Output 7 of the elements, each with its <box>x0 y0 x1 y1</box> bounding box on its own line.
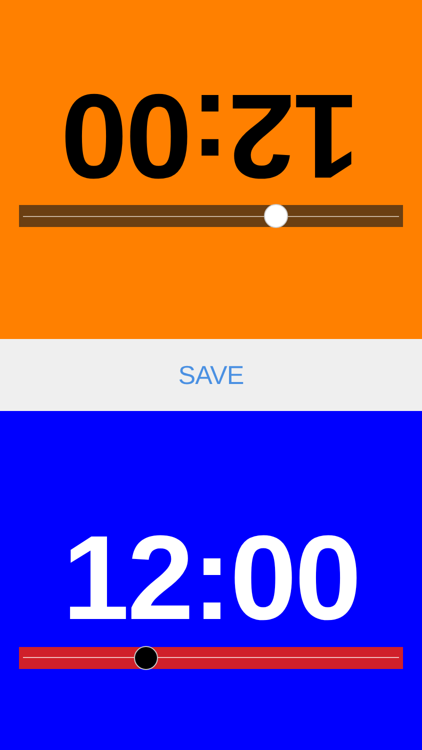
clock-time: 12:00 <box>62 81 360 191</box>
clock-time: 12:00 <box>62 523 360 633</box>
slider-thumb[interactable] <box>134 646 158 670</box>
slider-thumb[interactable] <box>264 204 288 228</box>
save-button[interactable]: SAVE <box>170 356 252 394</box>
time-slider[interactable] <box>19 205 403 227</box>
time-slider[interactable] <box>19 647 403 669</box>
